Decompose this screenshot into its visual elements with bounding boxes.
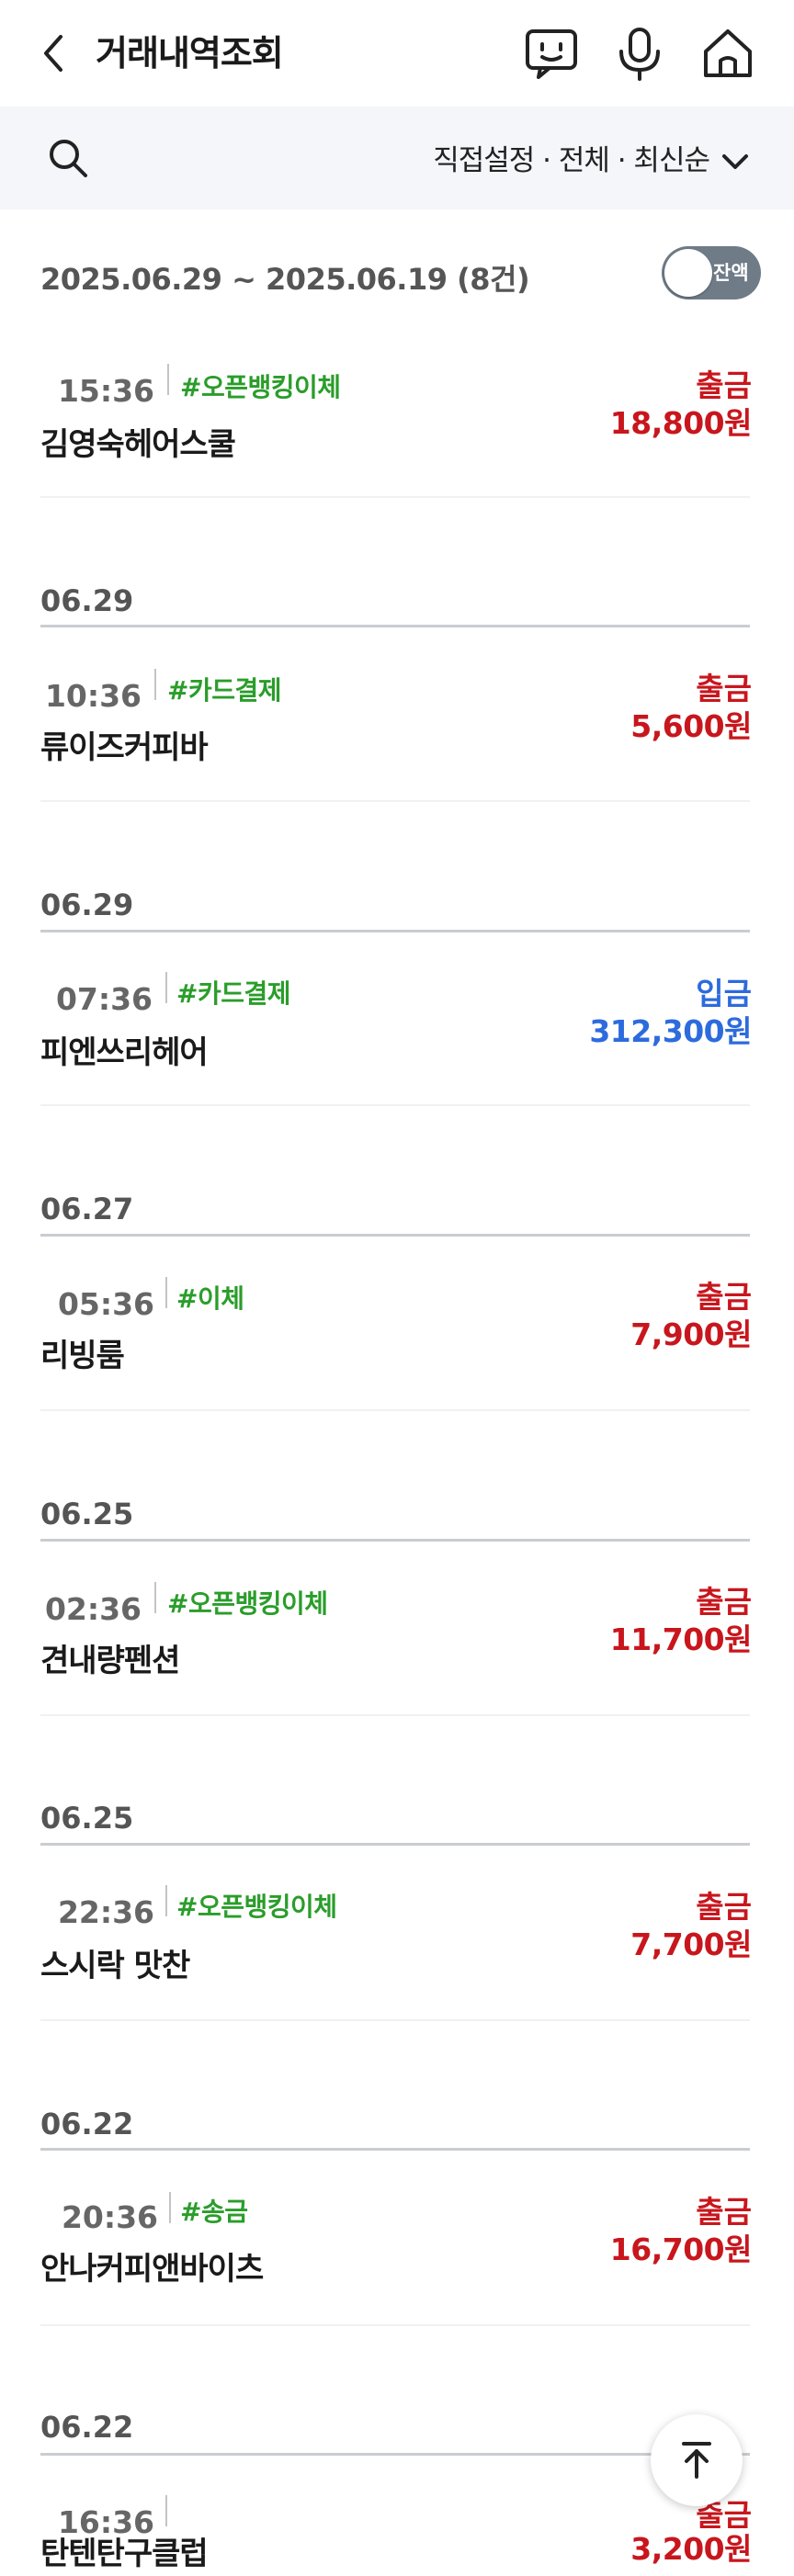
merchant-name[interactable]: 류이즈커피바: [40, 726, 209, 770]
filter-option-button[interactable]: 직접설정 · 전체 · 최신순: [433, 140, 710, 182]
divider: [165, 1277, 167, 1308]
transaction-time: 07:36: [55, 981, 153, 1017]
date-header: 06.27: [40, 1192, 134, 1226]
date-divider: [40, 1234, 750, 1237]
search-icon[interactable]: [46, 136, 90, 180]
transaction-type: 출금: [696, 671, 752, 706]
merchant-name[interactable]: 피엔쓰리헤어: [40, 1031, 209, 1075]
divider: [154, 669, 156, 700]
transaction-tag[interactable]: #송금: [180, 2194, 248, 2231]
date-divider: [40, 1843, 750, 1846]
row-separator: [40, 1104, 750, 1106]
transaction-tag[interactable]: #오픈뱅킹이체: [176, 1889, 337, 1926]
divider: [169, 2192, 171, 2223]
divider: [167, 364, 169, 395]
transaction-amount: 7,700원: [630, 1926, 752, 1962]
date-header: 06.25: [40, 1497, 134, 1531]
transaction-amount: 3,200원: [630, 2531, 752, 2567]
row-separator: [40, 2324, 750, 2326]
microphone-icon[interactable]: [610, 24, 669, 83]
divider: [165, 972, 167, 1003]
row-separator: [40, 800, 750, 802]
row-separator: [40, 496, 750, 498]
transaction-tag[interactable]: #오픈뱅킹이체: [167, 1586, 328, 1622]
transaction-tag[interactable]: #오픈뱅킹이체: [180, 369, 341, 406]
balance-toggle[interactable]: 잔액: [662, 246, 761, 299]
merchant-name[interactable]: 안나커피앤바이츠: [40, 2247, 264, 2291]
transaction-time: 02:36: [44, 1591, 142, 1627]
merchant-name[interactable]: 스시락 맛찬: [40, 1944, 190, 1988]
arrow-up-icon: [682, 2442, 711, 2479]
merchant-name[interactable]: 김영숙헤어스쿨: [40, 423, 236, 467]
date-header: 06.22: [40, 2410, 134, 2445]
page-title: 거래내역조회: [96, 33, 284, 73]
balance-toggle-label: 잔액: [713, 262, 749, 284]
transaction-time: 22:36: [57, 1894, 154, 1930]
merchant-name[interactable]: 견내량펜션: [40, 1639, 180, 1683]
home-icon[interactable]: [698, 24, 757, 83]
date-range-summary: 2025.06.29 ~ 2025.06.19 (8건): [40, 262, 530, 297]
transaction-time: 05:36: [57, 1286, 154, 1322]
date-divider: [40, 2453, 750, 2456]
scroll-top-button[interactable]: [651, 2414, 743, 2506]
divider: [154, 1582, 156, 1613]
transaction-amount: 5,600원: [630, 708, 752, 744]
divider: [165, 2495, 167, 2526]
row-separator: [40, 1409, 750, 1411]
date-header: 06.22: [40, 2107, 134, 2141]
row-separator: [40, 2019, 750, 2021]
app-header: 거래내역조회: [0, 0, 794, 107]
back-arrow-icon[interactable]: [37, 31, 74, 75]
toggle-knob: [664, 249, 712, 297]
chat-bot-icon[interactable]: [522, 24, 581, 83]
transaction-type: 출금: [696, 2194, 752, 2230]
transaction-amount: 11,700원: [609, 1621, 753, 1657]
date-divider: [40, 625, 750, 627]
transaction-amount: 7,900원: [630, 1316, 752, 1352]
transaction-tag[interactable]: #카드결제: [176, 976, 291, 1012]
date-divider: [40, 2148, 750, 2151]
date-divider: [40, 930, 750, 932]
date-header: 06.29: [40, 583, 134, 618]
date-divider: [40, 1539, 750, 1542]
transaction-type: 출금: [696, 1889, 752, 1925]
transaction-tag[interactable]: #카드결제: [167, 672, 282, 709]
transaction-tag[interactable]: #이체: [176, 1281, 244, 1317]
transaction-time: 15:36: [57, 373, 154, 409]
merchant-name[interactable]: 리빙룸: [40, 1334, 125, 1378]
date-header: 06.25: [40, 1801, 134, 1836]
transaction-type: 출금: [696, 1279, 752, 1315]
transaction-amount: 312,300원: [589, 1013, 752, 1049]
transaction-time: 20:36: [61, 2199, 158, 2235]
merchant-name[interactable]: 탄텐탄구클럽: [40, 2532, 209, 2576]
transaction-time: 10:36: [44, 678, 142, 714]
divider: [165, 1885, 167, 1916]
transaction-amount: 16,700원: [609, 2231, 753, 2267]
row-separator: [40, 1714, 750, 1716]
transaction-type: 출금: [696, 1584, 752, 1620]
date-header: 06.29: [40, 887, 134, 922]
chevron-down-icon[interactable]: [720, 147, 750, 176]
transaction-amount: 18,800원: [609, 405, 753, 441]
transaction-type: 입금: [696, 976, 752, 1011]
transaction-type: 출금: [696, 367, 752, 403]
